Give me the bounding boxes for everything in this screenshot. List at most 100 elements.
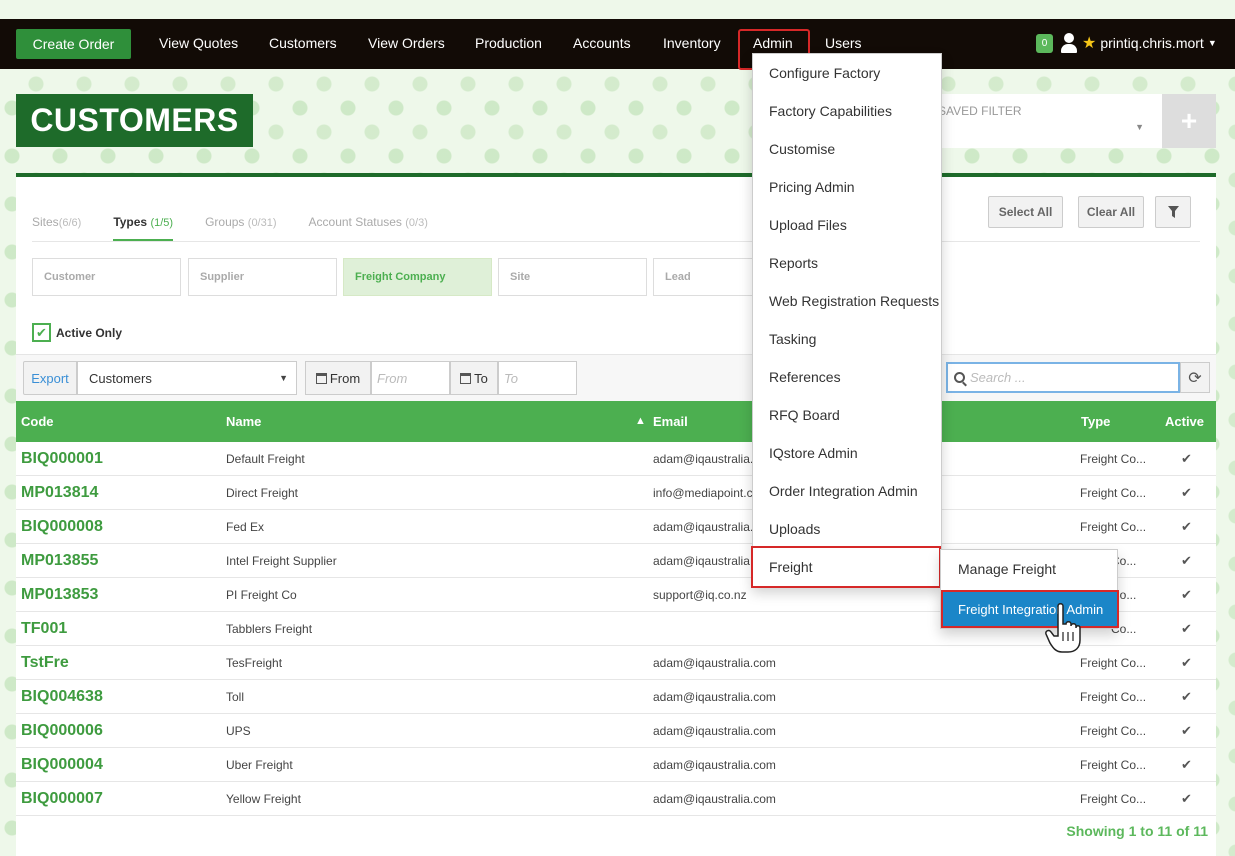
customer-email: adam@iqaustralia.com [653, 724, 776, 738]
active-only-label: Active Only [56, 325, 123, 340]
customer-email: adam@iqaustralia. [653, 520, 754, 534]
customer-email: adam@iqaustralia.com [653, 792, 776, 806]
menu-order-integration-admin[interactable]: Order Integration Admin [769, 483, 918, 499]
customer-code-link[interactable]: BIQ000004 [21, 756, 103, 774]
export-button[interactable]: Export [23, 361, 77, 395]
user-menu[interactable]: ★ printiq.chris.mort ▼ [1060, 33, 1217, 53]
table-row[interactable]: BIQ000004 Uber Freight adam@iqaustralia.co… [16, 748, 1216, 782]
tabs-divider [32, 241, 1200, 242]
menu-manage-freight[interactable]: Manage Freight [958, 561, 1056, 577]
calendar-icon [460, 372, 472, 384]
customer-name: PI Freight Co [226, 588, 297, 602]
col-email[interactable]: Email [653, 414, 688, 429]
customer-code-link[interactable]: BIQ000006 [21, 722, 103, 740]
menu-iqstore-admin[interactable]: IQstore Admin [769, 445, 858, 461]
to-date-input[interactable]: To [498, 361, 577, 395]
col-name[interactable]: Name [226, 414, 261, 429]
menu-customise[interactable]: Customise [769, 141, 835, 157]
notification-badge[interactable]: 0 [1036, 34, 1053, 53]
add-filter-button[interactable]: + [1162, 94, 1216, 148]
check-icon: ✔ [1181, 723, 1192, 738]
saved-filter-label: SAVED FILTER [938, 104, 1022, 118]
filter-toggle-button[interactable] [1155, 196, 1191, 228]
customer-name: Fed Ex [226, 520, 265, 534]
menu-rfq-board[interactable]: RFQ Board [769, 407, 840, 423]
tab-types[interactable]: Types (1/5) [113, 215, 174, 241]
menu-factory-capabilities[interactable]: Factory Capabilities [769, 103, 892, 119]
customer-email: adam@iqaustralia.com [653, 758, 776, 772]
top-strip [0, 0, 1235, 19]
type-chip-customer[interactable]: Customer [32, 258, 181, 296]
check-icon[interactable]: ✔ [32, 323, 51, 342]
tab-groups[interactable]: Groups (0/31) [205, 215, 276, 241]
clear-all-button[interactable]: Clear All [1078, 196, 1144, 228]
hand-pointer-icon [1045, 603, 1081, 653]
menu-upload-files[interactable]: Upload Files [769, 217, 847, 233]
caret-down-icon: ▼ [1135, 122, 1144, 132]
funnel-icon [1167, 206, 1179, 218]
customer-email: support@iq.co.nz [653, 588, 747, 602]
customer-type: Freight Co... [1080, 724, 1147, 738]
table-row[interactable]: MP013814 Direct Freight info@mediapoint.c F… [16, 476, 1216, 510]
menu-references[interactable]: References [769, 369, 841, 385]
customer-name: Default Freight [226, 452, 305, 466]
table-row[interactable]: BIQ004638 Toll adam@iqaustralia.com Freight… [16, 680, 1216, 714]
tab-account-statuses[interactable]: Account Statuses (0/3) [309, 215, 428, 241]
from-date-input[interactable]: From [371, 361, 450, 395]
customer-code-link[interactable]: MP013853 [21, 586, 98, 604]
create-order-button[interactable]: Create Order [16, 29, 131, 59]
nav-customers[interactable]: Customers [269, 35, 337, 51]
customer-code-link[interactable]: MP013814 [21, 484, 98, 502]
customer-code-link[interactable]: BIQ000001 [21, 450, 103, 468]
tab-sites[interactable]: Sites(6/6) [32, 215, 81, 241]
nav-production[interactable]: Production [475, 35, 542, 51]
search-input[interactable]: Search ... [946, 362, 1180, 393]
nav-view-quotes[interactable]: View Quotes [159, 35, 238, 51]
table-row[interactable]: BIQ000001 Default Freight adam@iqaustralia… [16, 442, 1216, 476]
table-row[interactable]: BIQ000007 Yellow Freight adam@iqaustralia.… [16, 782, 1216, 816]
menu-pricing-admin[interactable]: Pricing Admin [769, 179, 855, 195]
customer-code-link[interactable]: MP013855 [21, 552, 98, 570]
saved-filter-select[interactable]: SAVED FILTER ▼ [920, 94, 1162, 148]
type-chip-supplier[interactable]: Supplier [188, 258, 337, 296]
nav-inventory[interactable]: Inventory [663, 35, 721, 51]
select-all-button[interactable]: Select All [988, 196, 1063, 228]
menu-tasking[interactable]: Tasking [769, 331, 816, 347]
admin-dropdown-menu: Configure Factory Factory Capabilities C… [751, 53, 942, 588]
calendar-icon [315, 372, 327, 384]
customer-type: Freight Co... [1080, 758, 1147, 772]
customer-code-link[interactable]: BIQ000008 [21, 518, 103, 536]
refresh-button[interactable]: ⟳ [1180, 362, 1210, 393]
active-only-toggle[interactable]: ✔ Active Only [32, 323, 122, 342]
nav-view-orders[interactable]: View Orders [368, 35, 445, 51]
menu-reports[interactable]: Reports [769, 255, 818, 271]
customer-email: adam@iqaustralia.com [653, 690, 776, 704]
table-row[interactable]: BIQ000008 Fed Ex adam@iqaustralia. Freight … [16, 510, 1216, 544]
pagination-summary: Showing 1 to 11 of 11 [1066, 823, 1208, 839]
col-code[interactable]: Code [21, 414, 54, 429]
menu-configure-factory[interactable]: Configure Factory [769, 65, 880, 81]
col-active[interactable]: Active [1165, 414, 1204, 429]
table-row[interactable]: BIQ000006 UPS adam@iqaustralia.com Freight … [16, 714, 1216, 748]
customer-code-link[interactable]: BIQ000007 [21, 790, 103, 808]
freight-submenu: Manage Freight Freight Integration Admin [940, 549, 1119, 629]
col-type[interactable]: Type [1081, 414, 1110, 429]
customer-code-link[interactable]: TF001 [21, 620, 67, 638]
type-chip-site[interactable]: Site [498, 258, 647, 296]
nav-users[interactable]: Users [825, 35, 862, 51]
customer-name: Tabblers Freight [226, 622, 313, 636]
menu-freight-integration-admin[interactable]: Freight Integration Admin [941, 590, 1119, 628]
page-title: CUSTOMERS [16, 94, 253, 147]
check-icon: ✔ [1181, 587, 1192, 602]
customer-type: Freight Co... [1080, 486, 1147, 500]
type-chip-freight-company[interactable]: Freight Company [343, 258, 492, 296]
menu-web-registration-requests[interactable]: Web Registration Requests [769, 293, 939, 309]
nav-accounts[interactable]: Accounts [573, 35, 631, 51]
table-row[interactable]: TstFre TesFreight adam@iqaustralia.com Frei… [16, 646, 1216, 680]
customer-code-link[interactable]: TstFre [21, 654, 69, 672]
menu-uploads[interactable]: Uploads [769, 521, 820, 537]
customer-code-link[interactable]: BIQ004638 [21, 688, 103, 706]
export-type-select[interactable]: Customers ▼ [77, 361, 297, 395]
check-icon: ✔ [1181, 757, 1192, 772]
check-icon: ✔ [1181, 553, 1192, 568]
